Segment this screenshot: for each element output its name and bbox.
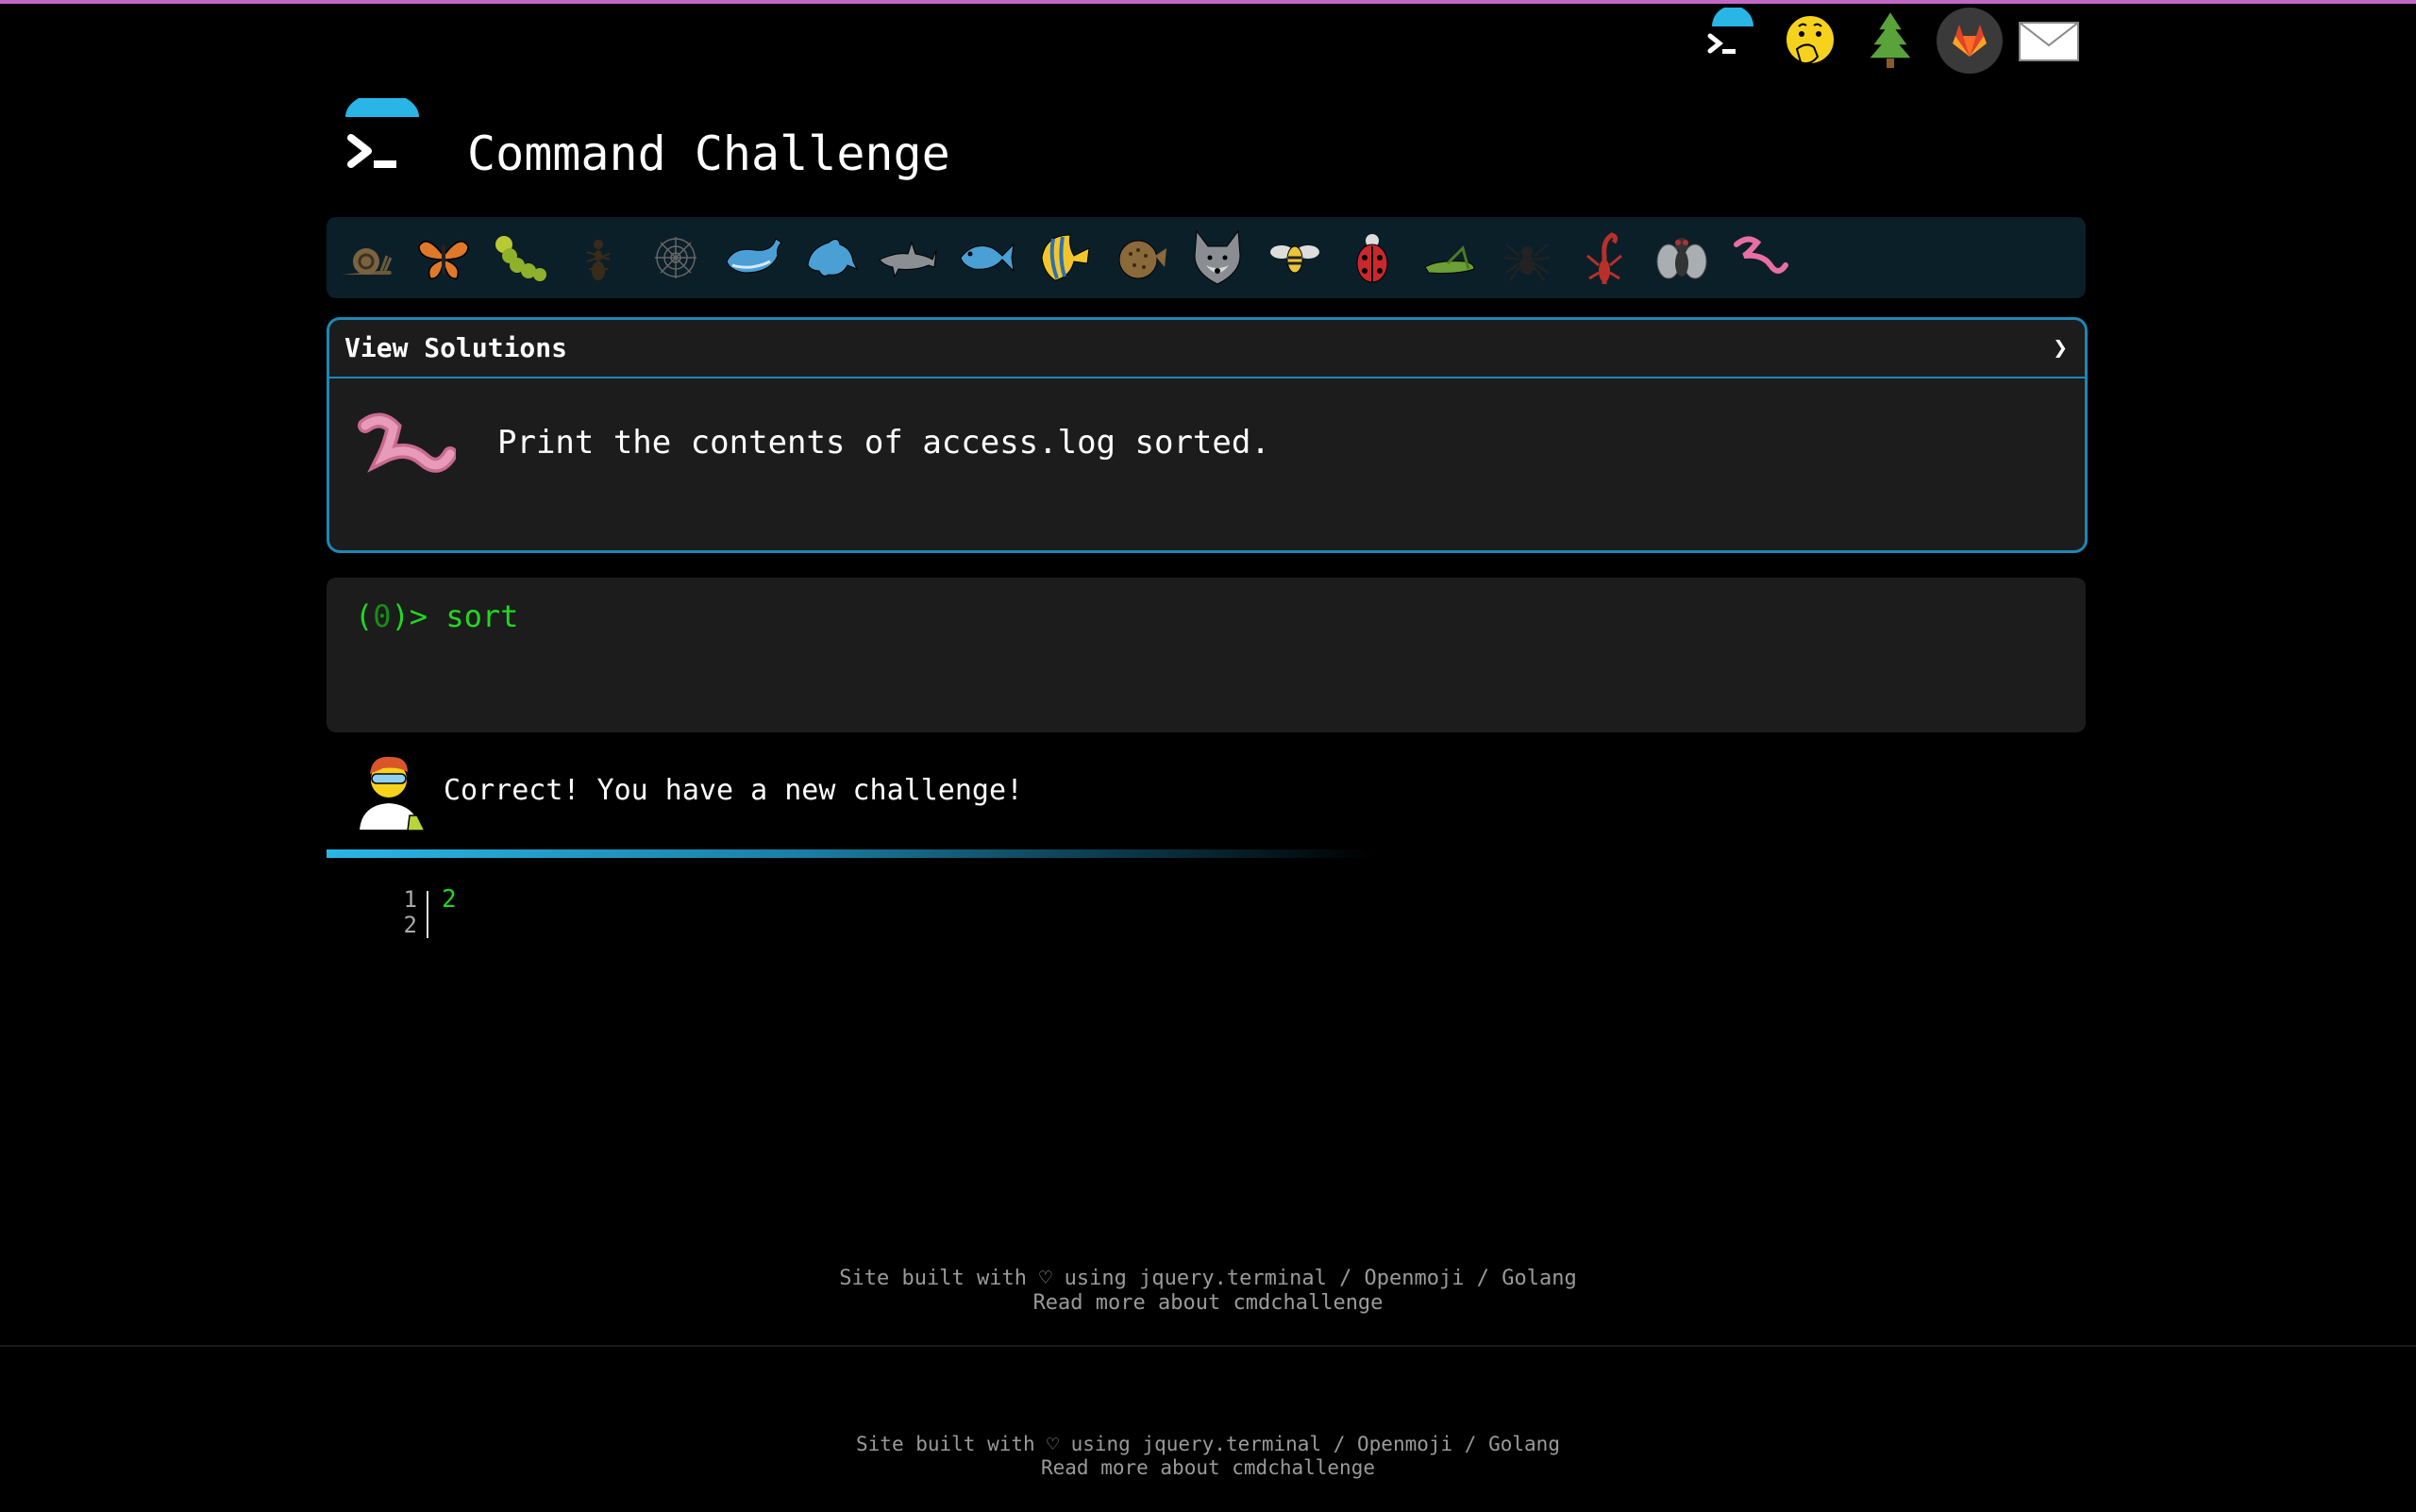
challenge-task: Print the contents of access.log sorted.	[497, 424, 1270, 462]
result-message: Correct! You have a new challenge!	[444, 774, 1024, 807]
ladybug-icon[interactable]	[1342, 227, 1402, 288]
footer: Site built with ♡ using jquery.terminal …	[0, 1267, 2416, 1316]
prompt-open: (	[355, 598, 374, 634]
output-line-numbers: 1 2	[387, 887, 417, 938]
view-solutions-label: View Solutions	[344, 332, 568, 363]
bottom-footer-about-link[interactable]: Read more about cmdchallenge	[0, 1456, 2416, 1480]
scorpion-icon[interactable]	[1574, 227, 1635, 288]
envelope-icon[interactable]	[2016, 8, 2082, 74]
prompt-close: )>	[391, 598, 428, 634]
page-title: Command Challenge	[467, 126, 950, 181]
tropical-fish-icon[interactable]	[1032, 227, 1093, 288]
terminal-input-area[interactable]: (0)> sort	[327, 578, 2086, 732]
shark-icon[interactable]	[878, 227, 938, 288]
view-solutions-toggle[interactable]: View Solutions ❯	[329, 320, 2085, 378]
blowfish-icon[interactable]	[1110, 227, 1170, 288]
gitlab-icon[interactable]	[1937, 8, 2003, 74]
spider-icon[interactable]	[1497, 227, 1557, 288]
level-icon-strip	[327, 217, 2086, 298]
challenge-panel: View Solutions ❯ Print the contents of a…	[327, 317, 2088, 553]
worm-icon	[352, 407, 458, 492]
dolphin-icon[interactable]	[800, 227, 861, 288]
cricket-icon[interactable]	[1419, 227, 1480, 288]
footer-about-link[interactable]: Read more about cmdchallenge	[0, 1291, 2416, 1316]
bottom-footer: Site built with ♡ using jquery.terminal …	[0, 1433, 2416, 1480]
top-nav	[1699, 6, 2086, 74]
bee-icon[interactable]	[1265, 227, 1325, 288]
line-number: 2	[403, 912, 417, 938]
prompt-exit-code: 0	[373, 598, 392, 634]
progress-bar	[327, 849, 1374, 858]
terminal-icon[interactable]	[1699, 6, 1765, 74]
terminal-prompt-icon	[340, 92, 425, 183]
bottom-frame	[0, 1345, 2416, 1512]
caterpillar-icon[interactable]	[491, 227, 551, 288]
wolf-icon[interactable]	[1187, 227, 1248, 288]
line-number: 1	[403, 886, 417, 913]
ant-icon[interactable]	[568, 227, 629, 288]
snail-icon[interactable]	[336, 227, 396, 288]
whale-icon[interactable]	[723, 227, 783, 288]
bottom-footer-credits[interactable]: Site built with ♡ using jquery.terminal …	[0, 1433, 2416, 1456]
output-text: 2	[442, 887, 457, 913]
gutter-divider	[427, 891, 428, 938]
spider-web-icon[interactable]	[646, 227, 706, 288]
footer-credits[interactable]: Site built with ♡ using jquery.terminal …	[0, 1267, 2416, 1291]
fly-icon[interactable]	[1652, 227, 1712, 288]
top-accent-line	[0, 0, 2416, 4]
terminal-command[interactable]: sort	[445, 598, 518, 634]
fish-icon[interactable]	[955, 227, 1015, 288]
terminal-prompt: (0)> sort	[355, 598, 518, 634]
butterfly-icon[interactable]	[413, 227, 474, 288]
face-with-hand-over-mouth-icon[interactable]	[1778, 8, 1844, 74]
worm-icon[interactable]	[1729, 227, 1789, 288]
output-line: 2	[442, 885, 457, 914]
evergreen-tree-icon[interactable]	[1857, 8, 1923, 74]
chevron-right-icon: ❯	[2053, 334, 2068, 362]
scientist-icon	[351, 749, 428, 832]
